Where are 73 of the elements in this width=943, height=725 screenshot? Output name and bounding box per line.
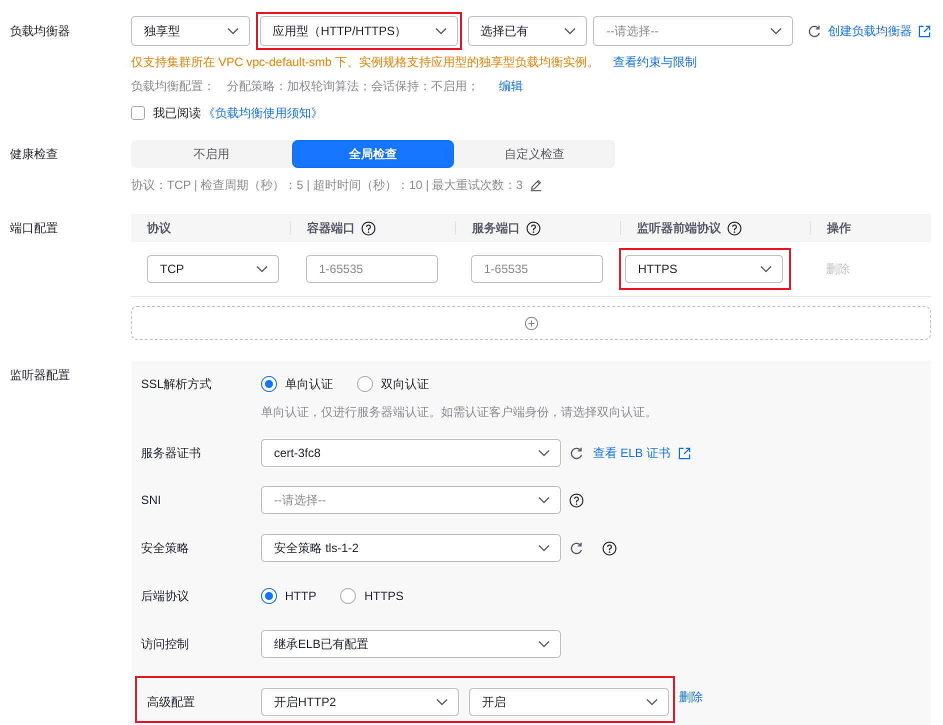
field-label: 负载均衡器 [10, 23, 70, 40]
column-header: 容器端口 [307, 220, 355, 236]
radio-button[interactable] [261, 588, 277, 604]
agreement-link[interactable]: 《负载均衡使用须知》 [203, 104, 323, 122]
column-header: 监听器前端协议 [637, 220, 721, 236]
field-label: SSL解析方式 [141, 376, 213, 393]
select-field[interactable]: --请选择-- [593, 16, 793, 46]
field-label: 监听器配置 [10, 367, 70, 384]
radio-button[interactable] [261, 376, 277, 392]
external-link-icon [678, 446, 692, 460]
radio-label: 单向认证 [285, 376, 333, 393]
external-link-icon [918, 24, 931, 38]
field-label: 高级配置 [146, 694, 196, 711]
field-label: 服务器证书 [141, 445, 202, 462]
column-header: 操作 [827, 220, 851, 236]
select-field[interactable]: 开启HTTP2 [261, 688, 459, 716]
select-field[interactable]: 继承ELB已有配置 [261, 630, 561, 658]
agreement-label: 我已阅读 [153, 105, 201, 122]
field-label: 后端协议 [141, 588, 190, 605]
chevron-down-icon [538, 544, 550, 552]
radio-label: HTTP [285, 588, 316, 605]
select-field[interactable]: 安全策略 tls-1-2 [261, 534, 561, 562]
select-field[interactable]: 独享型 [131, 16, 250, 46]
column-header: 协议 [147, 220, 171, 236]
select-field[interactable]: 开启 [469, 688, 669, 716]
constraints-link[interactable]: 查看约束与限制 [613, 54, 698, 70]
chevron-down-icon [434, 27, 447, 35]
segment-tab[interactable]: 全局检查 [292, 140, 454, 168]
chevron-down-icon [646, 698, 658, 706]
field-label: SNI [141, 492, 162, 509]
field-label: 健康检查 [10, 146, 58, 163]
chevron-down-icon [538, 449, 550, 457]
chevron-down-icon [538, 496, 550, 504]
select-field[interactable]: HTTPS [625, 255, 783, 283]
config-text: 分配策略：加权轮询算法；会话保持：不启用； [227, 78, 479, 94]
chevron-down-icon [770, 27, 782, 35]
create-link[interactable]: 创建负载均衡器 [828, 22, 912, 40]
field-label: 访问控制 [141, 636, 190, 653]
warning-text: 仅支持集群所在 VPC vpc-default-smb 下、实例规格支持应用型的独享型负载均衡实例。 [131, 54, 600, 70]
column-header: 服务端口 [472, 220, 520, 236]
refresh-icon[interactable] [569, 540, 584, 556]
plus-circle-icon [524, 316, 538, 330]
edit-link[interactable]: 编辑 [499, 78, 523, 94]
segment-tab[interactable]: 不启用 [131, 140, 292, 168]
checkbox[interactable] [131, 106, 145, 120]
chevron-down-icon [436, 698, 448, 706]
certificates-link[interactable]: 查看 ELB 证书 [593, 444, 670, 462]
radio-label: 双向认证 [381, 376, 429, 393]
segment-tab[interactable]: 自定义检查 [454, 140, 615, 168]
health-check-summary: 协议：TCP | 检查周期（秒）：5 | 超时时间（秒）：10 | 最大重试次数：3 [131, 177, 523, 193]
chevron-down-icon [256, 265, 268, 273]
chevron-down-icon [226, 27, 239, 35]
select-field[interactable]: TCP [147, 255, 279, 283]
delete-link[interactable]: 删除 [679, 688, 703, 706]
refresh-icon[interactable] [806, 24, 822, 38]
radio-button[interactable] [357, 376, 373, 392]
chevron-down-icon [564, 27, 576, 35]
radio-button[interactable] [340, 588, 356, 604]
select-field[interactable]: cert-3fc8 [261, 439, 561, 467]
select-field[interactable]: 应用型（HTTP/HTTPS） [260, 16, 458, 46]
refresh-icon[interactable] [569, 446, 584, 460]
chevron-down-icon [538, 640, 550, 648]
input-field[interactable]: 1-65535 [471, 255, 603, 283]
radio-label: HTTPS [364, 588, 404, 605]
field-label: 端口配置 [10, 220, 58, 237]
chevron-down-icon [760, 265, 772, 273]
hint-text: 单向认证，仅进行服务器端认证。如需认证客户端身份，请选择双向认证。 [261, 404, 658, 420]
select-field[interactable]: 选择已有 [468, 16, 588, 46]
edit-icon[interactable] [528, 178, 543, 192]
config-label: 负载均衡配置： [131, 78, 215, 94]
input-field[interactable]: 1-65535 [306, 255, 438, 283]
field-label: 安全策略 [141, 540, 190, 557]
select-field[interactable]: --请选择-- [261, 486, 561, 514]
